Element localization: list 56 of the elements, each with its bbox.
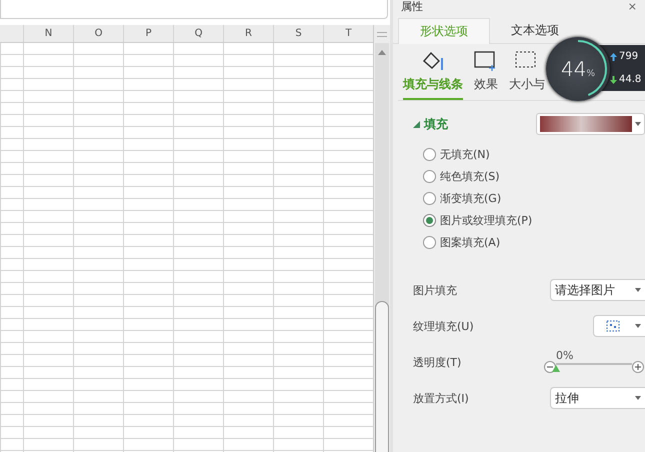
radio-button[interactable] xyxy=(423,214,436,227)
field-label: 透明度(T) xyxy=(413,354,462,370)
dropdown-caret-icon xyxy=(635,122,641,126)
vertical-scrollbar[interactable] xyxy=(373,25,390,452)
placement-dropdown[interactable]: 拉伸 xyxy=(550,387,645,409)
radio-label: 纯色填充(S) xyxy=(440,169,500,184)
upload-speed: 799 xyxy=(619,51,638,62)
dropdown-caret-icon xyxy=(635,396,641,400)
gauge-percent: 44% xyxy=(560,57,595,81)
radio-button[interactable] xyxy=(423,148,436,161)
download-arrow-icon xyxy=(610,76,617,84)
section-title: 填充 xyxy=(424,116,448,132)
expand-arrow-icon[interactable] xyxy=(413,120,420,128)
radio-button[interactable] xyxy=(423,192,436,205)
memory-gauge[interactable]: 44% xyxy=(546,37,610,101)
radio-label: 图案填充(A) xyxy=(440,235,500,250)
subtab[interactable]: 大小与 xyxy=(509,50,545,100)
dropdown-caret-icon xyxy=(635,288,641,292)
radio-label: 渐变填充(G) xyxy=(440,191,502,206)
column-header[interactable]: S xyxy=(273,25,323,42)
dropdown-caret-icon xyxy=(635,324,641,328)
radio-label: 无填充(N) xyxy=(440,147,490,162)
field-label: 放置方式(I) xyxy=(413,390,469,406)
formula-bar[interactable] xyxy=(0,0,388,19)
radio-label: 图片或纹理填充(P) xyxy=(440,213,532,228)
column-header[interactable]: N xyxy=(23,25,73,42)
transparency-reading: 0% xyxy=(556,351,574,361)
minus-circle-icon[interactable] xyxy=(544,361,556,373)
download-speed: 44.8 xyxy=(619,74,642,85)
panel-title: 属性 xyxy=(401,1,423,13)
radio-option[interactable]: 纯色填充(S) xyxy=(423,169,500,184)
subtab[interactable]: 效果 xyxy=(473,50,499,100)
upload-arrow-icon xyxy=(610,52,617,60)
close-button[interactable]: × xyxy=(628,1,637,13)
radio-option[interactable]: 渐变填充(G) xyxy=(423,191,502,206)
image-dropdown[interactable] xyxy=(536,113,645,135)
radio-option[interactable]: 无填充(N) xyxy=(423,147,490,162)
column-header[interactable]: Q xyxy=(173,25,223,42)
radio-button[interactable] xyxy=(423,170,436,183)
slider-thumb-icon[interactable] xyxy=(552,364,560,372)
radio-option[interactable]: 图案填充(A) xyxy=(423,235,500,250)
picture-dropdown[interactable]: 请选择图片 xyxy=(550,279,645,301)
scroll-thumb[interactable] xyxy=(375,301,389,452)
radio-button[interactable] xyxy=(423,236,436,249)
column-header[interactable]: R xyxy=(223,25,273,42)
scroll-up-icon[interactable] xyxy=(378,50,386,55)
texture-dropdown[interactable] xyxy=(593,315,645,337)
paint-bucket-icon xyxy=(420,50,446,72)
column-header[interactable]: O xyxy=(73,25,123,42)
split-handle-icon[interactable] xyxy=(377,32,387,37)
radio-option[interactable]: 图片或纹理填充(P) xyxy=(423,213,532,228)
column-header[interactable]: P xyxy=(123,25,173,42)
field-label: 图片填充 xyxy=(413,282,457,298)
field-label: 纹理填充(U) xyxy=(413,318,474,334)
texture-swatch-icon xyxy=(606,320,620,332)
plus-circle-icon[interactable] xyxy=(632,361,644,373)
